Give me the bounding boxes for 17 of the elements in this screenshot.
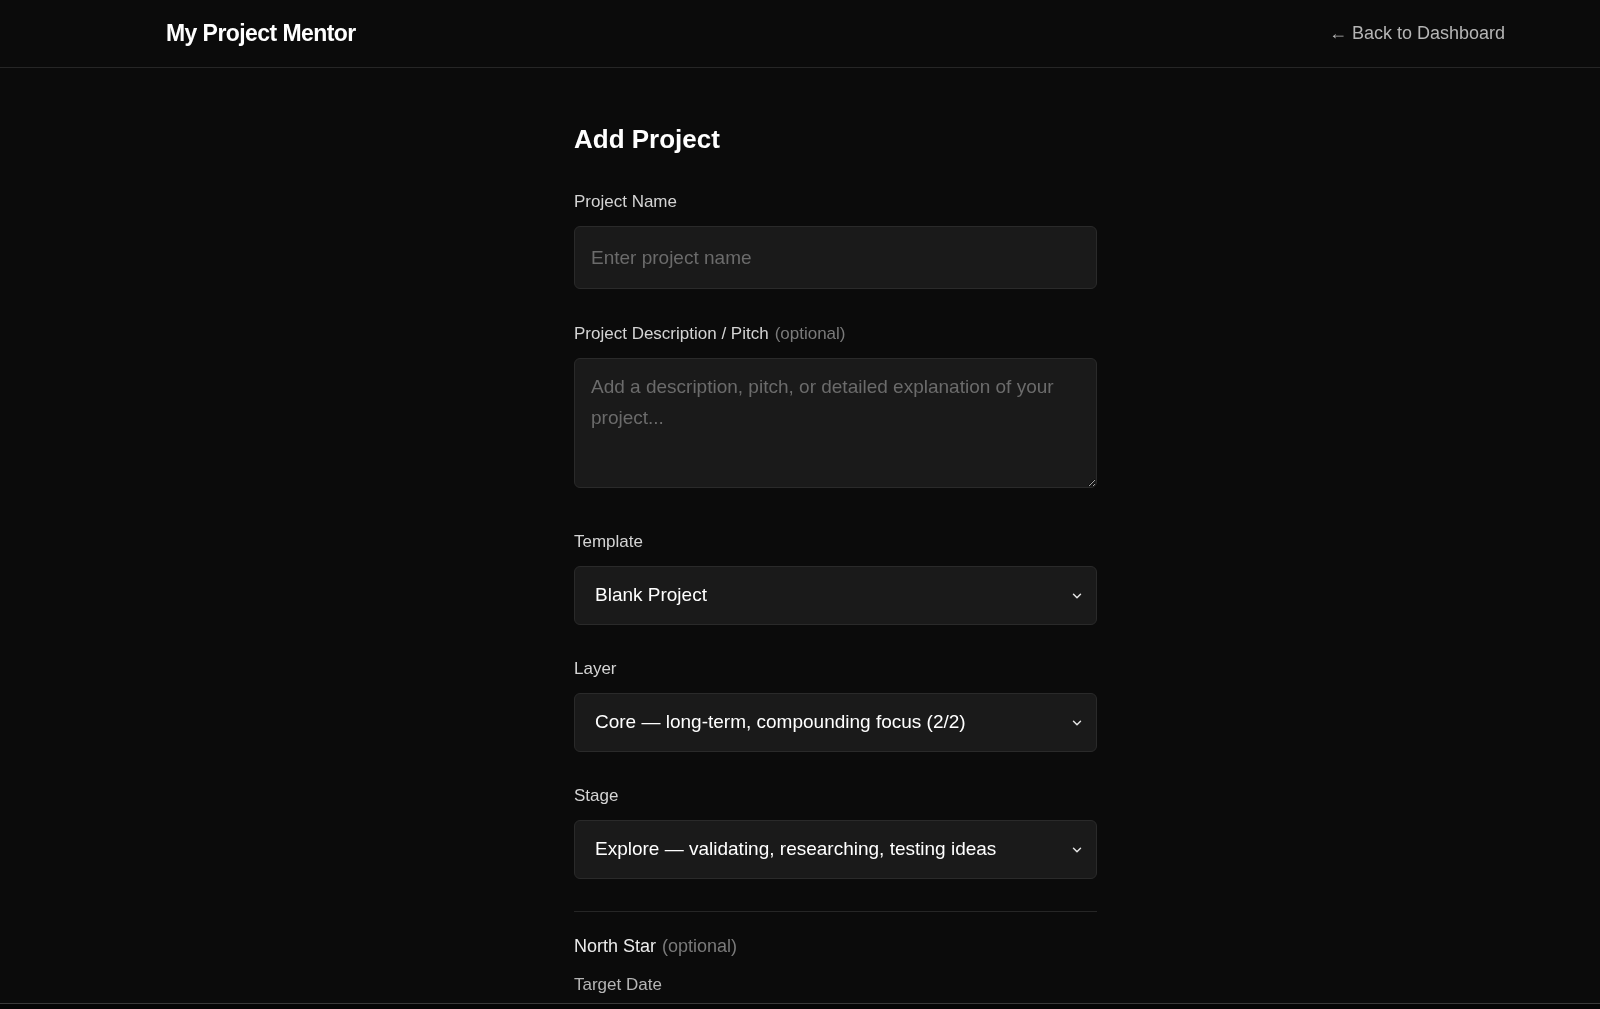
project-name-field[interactable]: Enter project name — [574, 226, 1097, 289]
back-to-dashboard-link[interactable]: ← Back to Dashboard — [1328, 20, 1505, 47]
select-field[interactable]: Blank Project — [574, 566, 1097, 625]
north-star-label: North Star — [574, 935, 657, 958]
optional-hint: (optional) — [662, 935, 738, 958]
select-field[interactable]: Explore — validating, researching, testing ideas — [574, 820, 1097, 879]
field-label: Template — [574, 531, 643, 553]
target-date-label: Target Date — [574, 976, 663, 994]
description-field[interactable]: Add a description, pitch, or detailed explanation of your project... — [574, 358, 1097, 488]
select-field[interactable]: Core — long-term, compounding focus (2/2) — [574, 693, 1097, 752]
field-label: Project Description / Pitch — [574, 323, 769, 345]
field-label: Stage — [574, 785, 619, 807]
field-label: Project Name — [574, 191, 677, 213]
form-title: Add Project — [574, 124, 721, 154]
app-title: My Project Mentor — [166, 19, 356, 49]
optional-hint: (optional) — [774, 323, 846, 345]
field-label: Layer — [574, 658, 617, 680]
